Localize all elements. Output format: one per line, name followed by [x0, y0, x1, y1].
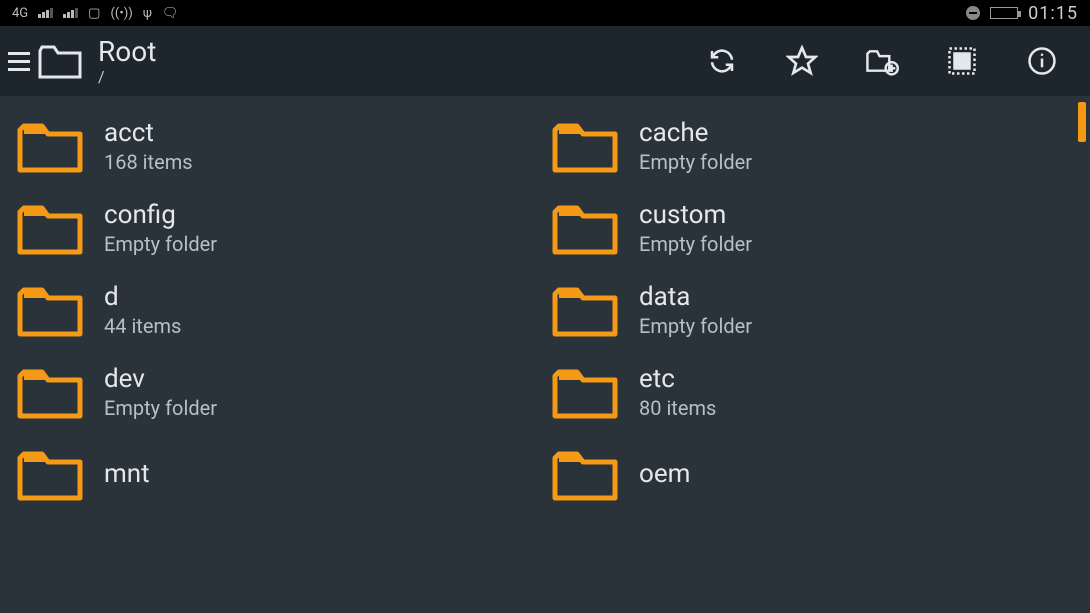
folder-icon — [549, 280, 621, 340]
folder-text: data Empty folder — [639, 281, 752, 339]
signal-bars-icon — [63, 8, 78, 18]
folder-text: dev Empty folder — [104, 363, 217, 421]
folder-name: mnt — [104, 458, 150, 491]
hamburger-icon — [8, 52, 30, 71]
folder-item[interactable]: dev Empty folder — [10, 360, 545, 424]
folder-subtitle: Empty folder — [639, 314, 752, 339]
folder-name: acct — [104, 117, 193, 150]
folder-icon — [549, 362, 621, 422]
folder-item[interactable]: mnt — [10, 442, 545, 506]
folder-name: cache — [639, 117, 752, 150]
info-icon — [1027, 46, 1057, 76]
folder-item[interactable]: acct 168 items — [10, 114, 545, 178]
grid-icon — [947, 46, 977, 76]
folder-text: oem — [639, 458, 690, 491]
refresh-icon — [707, 46, 737, 76]
folder-subtitle: Empty folder — [639, 232, 752, 257]
folder-subtitle: Empty folder — [104, 232, 217, 257]
folder-name: oem — [639, 458, 690, 491]
favorite-button[interactable] — [782, 41, 822, 81]
new-folder-button[interactable] — [862, 41, 902, 81]
folder-subtitle: 168 items — [104, 150, 193, 175]
folder-name: d — [104, 281, 181, 314]
folder-item[interactable]: cache Empty folder — [545, 114, 1080, 178]
dnd-icon — [966, 6, 980, 20]
folder-text: cache Empty folder — [639, 117, 752, 175]
usb-icon: ψ — [143, 6, 152, 21]
folder-icon — [14, 198, 86, 258]
menu-button[interactable] — [0, 35, 92, 87]
folder-item[interactable]: oem — [545, 442, 1080, 506]
folder-item[interactable]: etc 80 items — [545, 360, 1080, 424]
info-button[interactable] — [1022, 41, 1062, 81]
folder-text: etc 80 items — [639, 363, 716, 421]
folder-item[interactable]: data Empty folder — [545, 278, 1080, 342]
folder-name: data — [639, 281, 752, 314]
new-folder-icon — [865, 46, 899, 76]
network-type-label: 4G — [12, 6, 28, 21]
folder-item[interactable]: config Empty folder — [10, 196, 545, 260]
folder-icon — [14, 362, 86, 422]
folder-outline-icon — [36, 41, 84, 81]
folder-name: custom — [639, 199, 752, 232]
clock-label: 01:15 — [1028, 3, 1078, 24]
star-icon — [786, 45, 818, 77]
folder-text: mnt — [104, 458, 150, 491]
toolbar-actions — [702, 41, 1082, 81]
view-grid-button[interactable] — [942, 41, 982, 81]
location-title: Root — [98, 37, 156, 68]
refresh-button[interactable] — [702, 41, 742, 81]
folder-item[interactable]: custom Empty folder — [545, 196, 1080, 260]
folder-text: acct 168 items — [104, 117, 193, 175]
folder-icon — [549, 444, 621, 504]
path-title-block[interactable]: Root / — [98, 37, 156, 85]
folder-icon — [14, 116, 86, 176]
folder-icon — [549, 198, 621, 258]
image-icon: ▢ — [88, 6, 100, 21]
folder-name: dev — [104, 363, 217, 396]
location-path: / — [98, 68, 156, 86]
folder-icon — [549, 116, 621, 176]
folder-subtitle: 44 items — [104, 314, 181, 339]
folder-text: config Empty folder — [104, 199, 217, 257]
call-icon: 🗨 — [162, 6, 179, 21]
folder-icon — [14, 444, 86, 504]
folder-text: custom Empty folder — [639, 199, 752, 257]
folder-subtitle: Empty folder — [104, 396, 217, 421]
scroll-indicator[interactable] — [1078, 102, 1086, 142]
android-status-bar: 4G ▢ ((•)) ψ 🗨 01:15 — [0, 0, 1090, 26]
status-left-cluster: 4G ▢ ((•)) ψ 🗨 — [12, 6, 178, 21]
folder-icon — [14, 280, 86, 340]
folder-name: config — [104, 199, 217, 232]
hotspot-icon: ((•)) — [110, 6, 132, 21]
app-toolbar: Root / — [0, 26, 1090, 96]
folder-subtitle: 80 items — [639, 396, 716, 421]
signal-bars-icon — [38, 8, 53, 18]
folder-item[interactable]: d 44 items — [10, 278, 545, 342]
battery-icon — [990, 7, 1018, 19]
status-right-cluster: 01:15 — [966, 3, 1078, 24]
folder-subtitle: Empty folder — [639, 150, 752, 175]
folder-name: etc — [639, 363, 716, 396]
folder-text: d 44 items — [104, 281, 181, 339]
file-list[interactable]: acct 168 items cache Empty folder config… — [0, 96, 1090, 613]
